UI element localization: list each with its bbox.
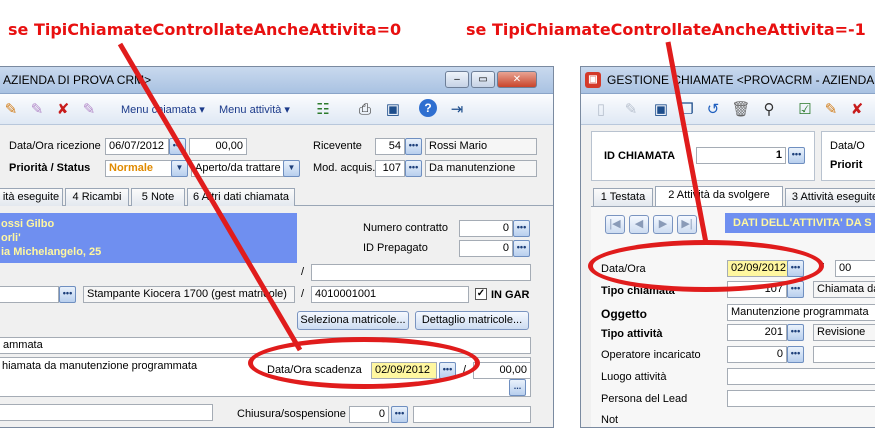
- highlight-ellipse-right: [588, 240, 824, 292]
- arrow-left: [117, 42, 303, 352]
- arrow-right: [665, 41, 709, 244]
- highlight-ellipse-left: [248, 337, 480, 389]
